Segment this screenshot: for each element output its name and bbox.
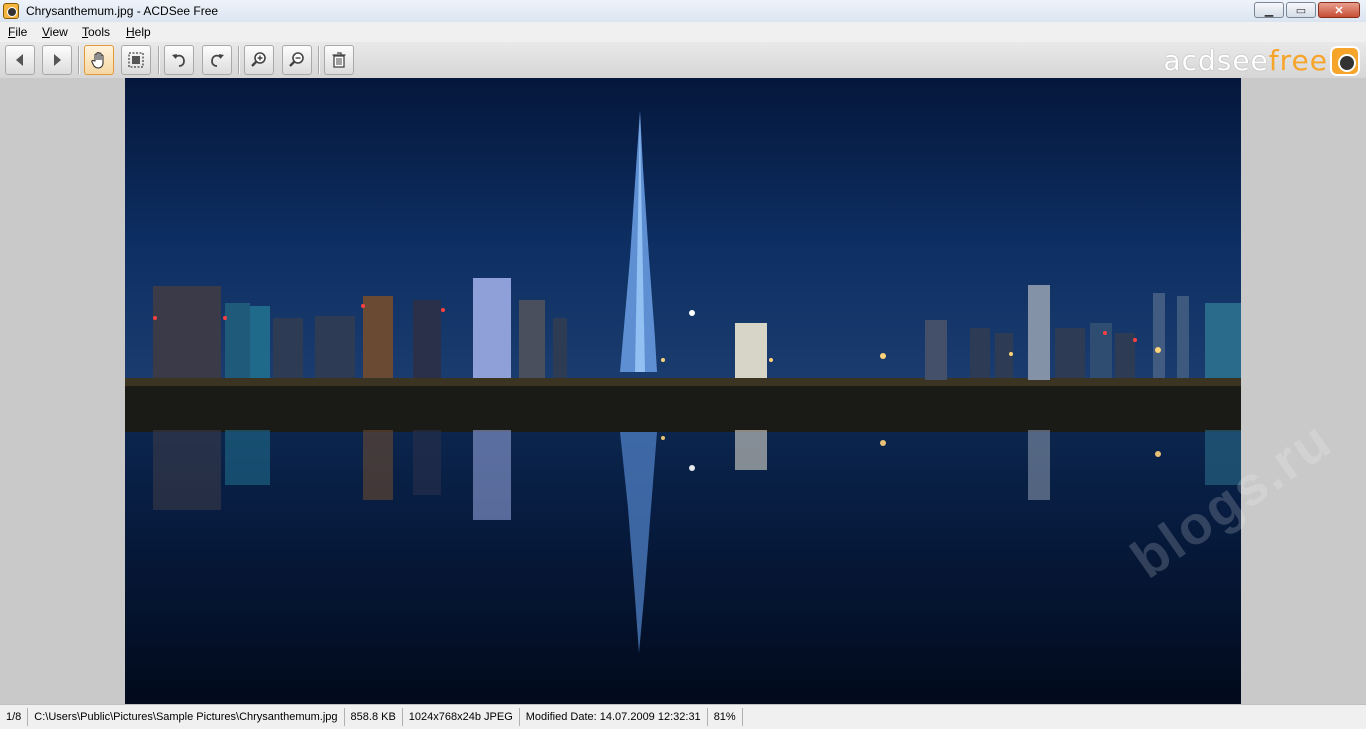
- title-bar: Chrysanthemum.jpg - ACDSee Free ▁ ▭ ✕: [0, 0, 1366, 23]
- pan-tool-button[interactable]: [84, 45, 114, 75]
- menu-file[interactable]: File: [8, 25, 27, 39]
- hand-icon: [91, 51, 104, 69]
- close-button[interactable]: ✕: [1318, 2, 1360, 18]
- status-file-path: C:\Users\Public\Pictures\Sample Pictures…: [28, 708, 345, 726]
- zoom-in-button[interactable]: [244, 45, 274, 75]
- toolbar-separator: [158, 46, 160, 74]
- window-controls: ▁ ▭ ✕: [1254, 2, 1360, 18]
- toolbar-separator: [238, 46, 240, 74]
- toolbar-separator: [78, 46, 80, 74]
- city-night-photo: [125, 78, 1241, 704]
- arrow-right-icon: [54, 54, 61, 66]
- status-bar: 1/8 C:\Users\Public\Pictures\Sample Pict…: [0, 704, 1366, 729]
- rotate-right-button[interactable]: [202, 45, 232, 75]
- next-button[interactable]: [42, 45, 72, 75]
- zoom-in-icon: [251, 52, 266, 67]
- status-zoom-level[interactable]: 81%: [708, 708, 743, 726]
- status-file-size: 858.8 KB: [345, 708, 403, 726]
- status-image-index: 1/8: [0, 708, 29, 726]
- displayed-image[interactable]: [125, 78, 1241, 704]
- menu-tools[interactable]: Tools: [82, 25, 110, 39]
- trash-icon: [332, 52, 346, 68]
- status-modified-date: Modified Date: 14.07.2009 12:32:31: [520, 708, 708, 726]
- arrow-left-icon: [16, 54, 23, 66]
- delete-button[interactable]: [324, 45, 354, 75]
- zoom-out-button[interactable]: [282, 45, 312, 75]
- menu-bar: File View Tools Help: [0, 22, 1366, 42]
- window-title: Chrysanthemum.jpg - ACDSee Free: [26, 4, 219, 18]
- acdsee-camera-icon: [1330, 46, 1360, 76]
- select-icon: [128, 52, 144, 68]
- toolbar-separator: [318, 46, 320, 74]
- acdsee-app-icon[interactable]: [3, 3, 19, 19]
- menu-view[interactable]: View: [42, 25, 68, 39]
- maximize-button[interactable]: ▭: [1286, 2, 1316, 18]
- select-tool-button[interactable]: [121, 45, 151, 75]
- rotate-right-icon: [211, 54, 224, 67]
- toolbar: [0, 42, 1366, 79]
- rotate-left-icon: [172, 54, 185, 67]
- zoom-out-icon: [289, 52, 304, 67]
- image-viewer[interactable]: [0, 78, 1366, 704]
- previous-button[interactable]: [5, 45, 35, 75]
- rotate-left-button[interactable]: [164, 45, 194, 75]
- acdsee-free-logo: acdseefree: [1163, 44, 1328, 77]
- menu-help[interactable]: Help: [126, 25, 151, 39]
- status-dimensions: 1024x768x24b JPEG: [403, 708, 520, 726]
- minimize-button[interactable]: ▁: [1254, 2, 1284, 18]
